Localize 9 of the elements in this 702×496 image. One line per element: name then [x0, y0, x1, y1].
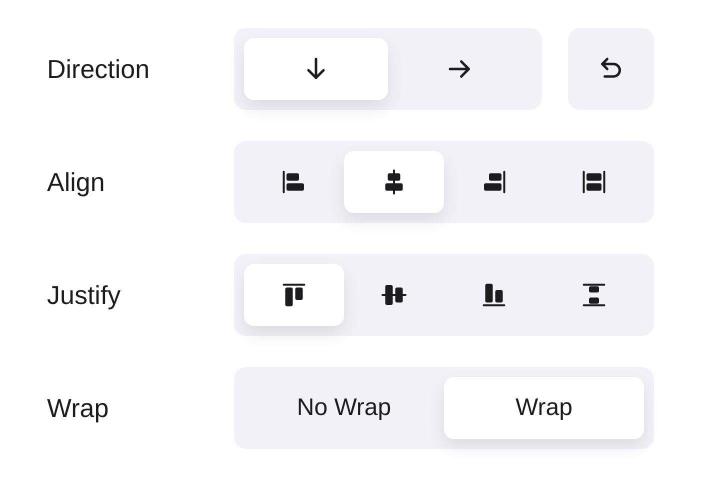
option-button[interactable] — [344, 151, 444, 213]
option-button[interactable]: Wrap — [444, 377, 644, 439]
option-button[interactable] — [244, 264, 344, 326]
reset-button[interactable] — [568, 28, 654, 110]
row-label: Align — [47, 166, 106, 198]
option-button[interactable]: No Wrap — [244, 377, 444, 439]
row-label: Direction — [47, 54, 151, 84]
row-label: Wrap — [47, 392, 110, 424]
row-label: Justify — [47, 280, 122, 310]
